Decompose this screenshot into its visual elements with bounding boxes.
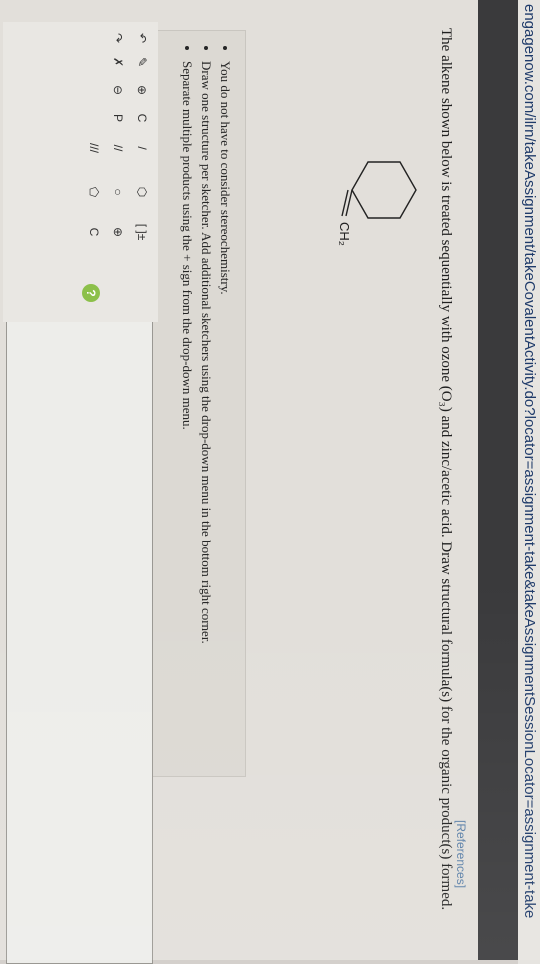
assignment-page: [References] The alkene shown below is t… xyxy=(0,0,478,964)
references-link[interactable]: [References] xyxy=(454,820,468,888)
sketcher-toolbar: ↶ ↷ ✎ ✗ ⊕ ⊖ C P / // /// ⬡ ○ ⬠ [ ]± ⊕ C … xyxy=(3,22,158,322)
instruction-item: Draw one structure per sketcher. Add add… xyxy=(198,61,214,776)
pencil-icon[interactable]: ✎ xyxy=(132,52,152,72)
atom-icon[interactable]: C xyxy=(84,222,104,242)
ch2-label: CH₂ xyxy=(337,222,352,246)
browser-chrome xyxy=(478,0,518,960)
paste-icon[interactable]: P xyxy=(108,108,128,128)
zoom-out-icon[interactable]: ⊖ xyxy=(108,80,128,100)
instruction-item: You do not have to consider stereochemis… xyxy=(217,61,233,776)
undo-icon[interactable]: ↶ xyxy=(132,28,152,48)
single-bond-icon[interactable]: / xyxy=(132,138,152,158)
eraser-icon[interactable]: ✗ xyxy=(108,52,128,72)
copy-icon[interactable]: C xyxy=(132,108,152,128)
benzene-icon[interactable]: ⬡ xyxy=(132,182,152,202)
question-text: The alkene shown below is treated sequen… xyxy=(438,28,454,911)
bracket-icon[interactable]: [ ]± xyxy=(132,222,152,242)
address-bar[interactable]: engagenow.com/ilrn/takeAssignment/takeCo… xyxy=(518,0,540,964)
structure-sketcher: ↶ ↷ ✎ ✗ ⊕ ⊖ C P / // /// ⬡ ○ ⬠ [ ]± ⊕ C … xyxy=(0,22,158,964)
double-bond-icon[interactable]: // xyxy=(108,138,128,158)
cyclohexane-icon[interactable]: ○ xyxy=(108,182,128,202)
instruction-item: Separate multiple products using the + s… xyxy=(179,61,195,776)
redo-icon[interactable]: ↷ xyxy=(108,28,128,48)
zoom-in-icon[interactable]: ⊕ xyxy=(132,80,152,100)
rotated-screen: engagenow.com/ilrn/takeAssignment/takeCo… xyxy=(0,0,540,964)
cyclopentane-icon[interactable]: ⬠ xyxy=(84,182,104,202)
help-icon[interactable]: ? xyxy=(82,284,100,302)
charge-icon[interactable]: ⊕ xyxy=(108,222,128,242)
triple-bond-icon[interactable]: /// xyxy=(84,138,104,158)
